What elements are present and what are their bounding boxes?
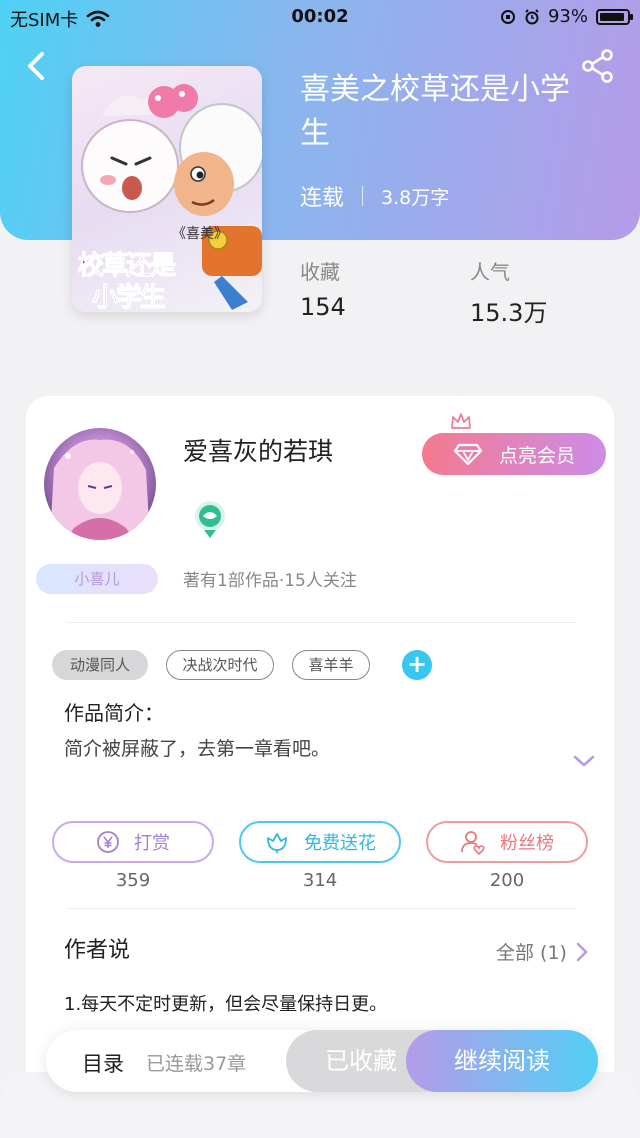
stat-label: 人气 — [470, 260, 510, 284]
author-avatar[interactable] — [44, 428, 156, 540]
fan-ranking-label: 粉丝榜 — [500, 833, 554, 854]
toc-button[interactable]: 目录 — [82, 1048, 124, 1078]
flower-count: 314 — [302, 870, 338, 891]
author-say-all-link[interactable]: 全部 (1) — [496, 938, 589, 965]
book-meta: 连载 3.8万字 — [300, 180, 449, 212]
send-flower-label: 免费送花 — [304, 833, 376, 854]
add-tag-button[interactable]: + — [402, 650, 432, 680]
intro-text: 简介被屏蔽了，去第一章看吧。 — [64, 738, 331, 760]
author-level-badge: 小喜儿 — [36, 564, 158, 594]
orientation-lock-icon — [500, 9, 515, 24]
cover-title-line2: 小学生 — [92, 282, 166, 312]
back-arrow-icon[interactable] — [20, 46, 54, 86]
tag-item[interactable]: 决战次时代 — [166, 650, 274, 680]
author-say-all-label: 全部 (1) — [496, 942, 567, 964]
battery-percent: 93% — [547, 6, 588, 27]
fan-user-icon — [461, 831, 485, 855]
yuan-coin-icon — [97, 831, 119, 853]
tag-item[interactable]: 动漫同人 — [52, 650, 148, 680]
book-title: 喜美之校草还是小学生 — [300, 72, 570, 151]
chapter-count: 已连载37章 — [146, 1053, 247, 1075]
author-stats: 著有1部作品·15人关注 — [183, 571, 357, 591]
cover-title: 校草还是 — [78, 250, 176, 281]
cover-tag: 《喜美》 — [172, 226, 228, 242]
avatar-image — [50, 439, 150, 540]
diamond-icon — [453, 443, 483, 466]
reward-count: 359 — [115, 870, 151, 891]
author-say-text: 1.每天不定时更新，但会尽量保持日更。 — [64, 994, 388, 1015]
chevron-right-icon — [576, 942, 588, 961]
divider — [66, 622, 576, 623]
fan-count: 200 — [489, 870, 525, 891]
share-icon[interactable] — [580, 48, 616, 84]
continue-reading-button[interactable]: 继续阅读 — [406, 1030, 598, 1092]
stat-label: 收藏 — [300, 260, 340, 284]
book-status: 连载 — [300, 186, 345, 211]
author-name[interactable]: 爱喜灰的若琪 — [183, 432, 333, 468]
alarm-icon — [525, 8, 539, 24]
tag-item[interactable]: 喜羊羊 — [292, 650, 370, 680]
stat-value: 154 — [300, 293, 346, 321]
cover-illustration: 《喜美》 校草还是 小学生 — [78, 84, 262, 312]
reward-button[interactable]: 打赏 — [52, 821, 214, 863]
send-flower-button[interactable]: 免费送花 — [239, 821, 401, 863]
author-say-title: 作者说 — [64, 938, 131, 963]
book-cover[interactable]: 《喜美》 校草还是 小学生 — [72, 66, 262, 312]
status-bar: 无SIM卡 00:02 93% — [0, 0, 640, 34]
word-count: 3.8万字 — [381, 186, 450, 209]
vip-button[interactable]: 点亮会员 — [422, 433, 606, 475]
medal-icon — [195, 501, 225, 538]
reward-label: 打赏 — [134, 833, 170, 854]
stat-favorites: 收藏 154 — [300, 256, 346, 321]
stat-value: 15.3万 — [470, 299, 548, 327]
chevron-down-icon[interactable] — [572, 752, 596, 770]
stat-popularity: 人气 15.3万 — [470, 256, 547, 328]
meta-divider — [362, 186, 364, 206]
crown-icon — [451, 413, 471, 429]
battery-icon — [596, 8, 633, 25]
vip-button-label: 点亮会员 — [498, 444, 575, 467]
divider — [66, 908, 576, 909]
intro-title: 作品简介： — [64, 701, 164, 725]
fan-ranking-button[interactable]: 粉丝榜 — [426, 821, 588, 863]
flower-icon — [267, 833, 287, 853]
